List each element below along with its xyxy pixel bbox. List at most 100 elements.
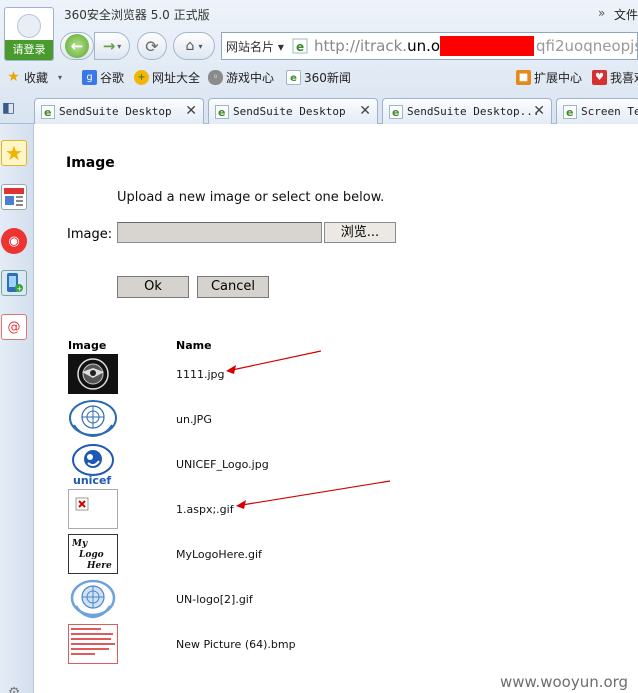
tab-bar: ◧ e SendSuite Desktop ✕ e SendSuite Desk… (0, 96, 638, 124)
tab-sendsuite-3[interactable]: e SendSuite Desktop... ✕ (382, 98, 552, 124)
google-icon: g (82, 70, 97, 85)
file-name-link[interactable]: UNICEF_Logo.jpg (176, 458, 269, 471)
favorites-star-icon[interactable]: ★ (1, 140, 27, 166)
image-thumbnail-mylogo[interactable]: My Logo Here (68, 534, 118, 574)
table-row[interactable]: New Picture (64).bmp (35, 624, 635, 666)
page-title: Image (66, 155, 115, 171)
tab-close-button[interactable]: ✕ (185, 103, 197, 119)
table-row[interactable]: 1.aspx;.gif (35, 489, 635, 531)
tab-screen-test[interactable]: e Screen Te (556, 98, 638, 124)
table-row[interactable]: 1111.jpg (35, 354, 635, 396)
home-dropdown-icon: ▾ (198, 41, 203, 51)
image-thumbnail-un[interactable] (68, 399, 118, 439)
ie-page-icon: e (215, 105, 229, 119)
tab-sendsuite-1[interactable]: e SendSuite Desktop ✕ (34, 98, 204, 124)
home-button[interactable]: ⌂ ▾ (173, 32, 215, 60)
browse-button[interactable]: 浏览... (324, 222, 396, 243)
ie-icon: e (286, 70, 301, 85)
svg-text:e: e (296, 40, 304, 54)
svg-text:e: e (566, 106, 573, 119)
bookmark-sites[interactable]: + 网址大全 (134, 69, 200, 86)
bookmark-likes[interactable]: ♥ 我喜欢 (592, 69, 638, 86)
file-name-link[interactable]: un.JPG (176, 413, 212, 426)
browser-sidebar: ★ ◉ + @ ⚙ (0, 124, 34, 693)
bookmark-google[interactable]: g 谷歌 (82, 69, 124, 86)
svg-text:+: + (17, 285, 23, 293)
file-name-link[interactable]: New Picture (64).bmp (176, 638, 296, 651)
svg-text:Here: Here (86, 561, 112, 571)
ie-page-icon: e (292, 38, 308, 54)
url-tail-text[interactable]: qfi2uoqneopjsak (536, 37, 638, 55)
table-row[interactable]: UN-logo[2].gif (35, 579, 635, 621)
refresh-button[interactable]: ⟳ (137, 32, 167, 60)
table-row[interactable]: un.JPG (35, 399, 635, 441)
ie-page-icon: e (563, 105, 577, 119)
table-row[interactable]: My Logo Here MyLogoHere.gif (35, 534, 635, 576)
user-avatar[interactable]: 请登录 (4, 7, 54, 61)
image-field-label: Image: (67, 227, 113, 242)
gamepad-icon: ◦ (208, 70, 223, 85)
back-button[interactable]: ← (60, 32, 94, 60)
unicef-logo-text: unicef (73, 474, 111, 484)
weibo-icon[interactable]: ◉ (1, 228, 27, 254)
avatar-silhouette-icon (17, 14, 41, 38)
image-file-input[interactable] (117, 222, 322, 243)
image-thumbnail-un-logo[interactable] (68, 579, 118, 619)
menu-file[interactable]: 文件 (614, 6, 638, 23)
ie-page-icon: e (41, 105, 55, 119)
address-bar[interactable]: 网站名片 ▾ e http://itrack.un.org qfi2uoqneo… (221, 32, 638, 60)
image-thumbnail-seal[interactable] (68, 354, 118, 394)
upload-instructions: Upload a new image or select one below. (117, 190, 385, 205)
refresh-icon: ⟳ (145, 36, 159, 56)
sites-icon: + (134, 70, 149, 85)
svg-text:e: e (392, 106, 399, 119)
cube-icon: ■ (516, 70, 531, 85)
ok-button[interactable]: Ok (117, 276, 189, 298)
svg-text:Logo: Logo (78, 550, 104, 560)
tab-scroll-left-icon[interactable]: ◧ (2, 100, 24, 120)
ie-page-icon: e (389, 105, 403, 119)
svg-text:My: My (71, 539, 88, 549)
star-icon: ★ (7, 69, 20, 85)
heart-icon: ♥ (592, 70, 607, 85)
forward-dropdown-icon: ▾ (117, 41, 122, 51)
forward-button[interactable]: → ▾ (94, 32, 130, 60)
settings-gear-icon[interactable]: ⚙ (1, 680, 27, 693)
menu-overflow-icon[interactable]: » (598, 6, 605, 20)
login-button[interactable]: 请登录 (5, 40, 53, 60)
bookmark-extensions[interactable]: ■ 扩展中心 (516, 69, 582, 86)
tab-sendsuite-2[interactable]: e SendSuite Desktop ✕ (208, 98, 378, 124)
url-text[interactable]: http://itrack.un.org (314, 37, 455, 55)
svg-text:e: e (218, 106, 225, 119)
window-title: 360安全浏览器 5.0 正式版 (64, 8, 210, 22)
table-row[interactable]: unicef UNICEF_Logo.jpg (35, 444, 635, 486)
tab-close-button[interactable]: ✕ (359, 103, 371, 119)
file-name-link[interactable]: 1111.jpg (176, 368, 225, 381)
bookmark-games[interactable]: ◦ 游戏中心 (208, 69, 274, 86)
svg-text:e: e (44, 106, 51, 119)
site-card-button[interactable]: 网站名片 ▾ (226, 38, 284, 55)
browser-chrome: 请登录 360安全浏览器 5.0 正式版 » 文件 ← → ▾ ⟳ ⌂ ▾ 网站名片… (0, 0, 638, 124)
file-name-link[interactable]: UN-logo[2].gif (176, 593, 253, 606)
bookmarks-bar: ★ 收藏 ▾ g 谷歌 + 网址大全 ◦ 游戏中心 e 360新闻 ■ 扩展中心… (0, 66, 638, 90)
column-header-image: Image (68, 339, 107, 352)
cancel-button[interactable]: Cancel (197, 276, 269, 298)
image-picker-page: Image Upload a new image or select one b… (35, 125, 638, 693)
watermark: www.wooyun.org (500, 673, 629, 691)
file-name-link[interactable]: 1.aspx;.gif (176, 503, 234, 516)
image-thumbnail-unicef[interactable]: unicef (68, 444, 118, 484)
bookmark-360news[interactable]: e 360新闻 (286, 69, 351, 86)
email-icon[interactable]: @ (1, 314, 27, 340)
mobile-icon[interactable]: + (1, 270, 27, 296)
news-icon[interactable] (1, 184, 27, 210)
column-header-name: Name (176, 339, 212, 352)
tab-close-button[interactable]: ✕ (533, 103, 545, 119)
back-arrow-icon: ← (65, 34, 89, 58)
image-thumbnail-red-text[interactable] (68, 624, 118, 664)
image-thumbnail-broken[interactable] (68, 489, 118, 529)
redaction-box (440, 36, 534, 56)
file-name-link[interactable]: MyLogoHere.gif (176, 548, 262, 561)
bookmark-favorites[interactable]: ★ 收藏 ▾ (6, 69, 62, 86)
forward-arrow-icon: → (102, 37, 116, 55)
home-icon: ⌂ (185, 38, 195, 54)
